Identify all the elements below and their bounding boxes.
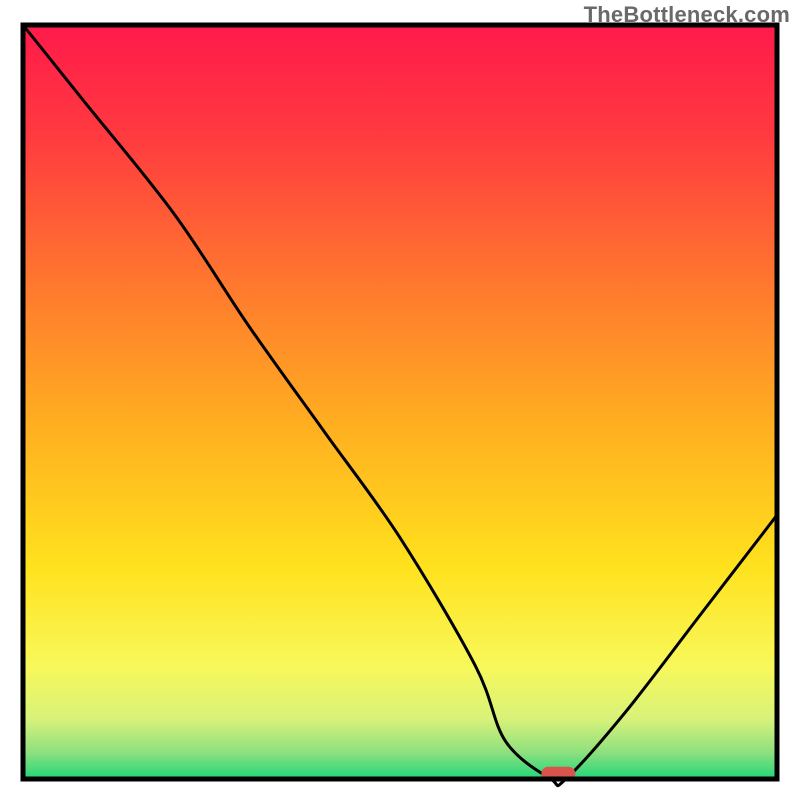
chart-svg (0, 0, 800, 800)
bottleneck-chart: TheBottleneck.com (0, 0, 800, 800)
attribution-text: TheBottleneck.com (584, 2, 790, 28)
plot-background (23, 25, 777, 779)
